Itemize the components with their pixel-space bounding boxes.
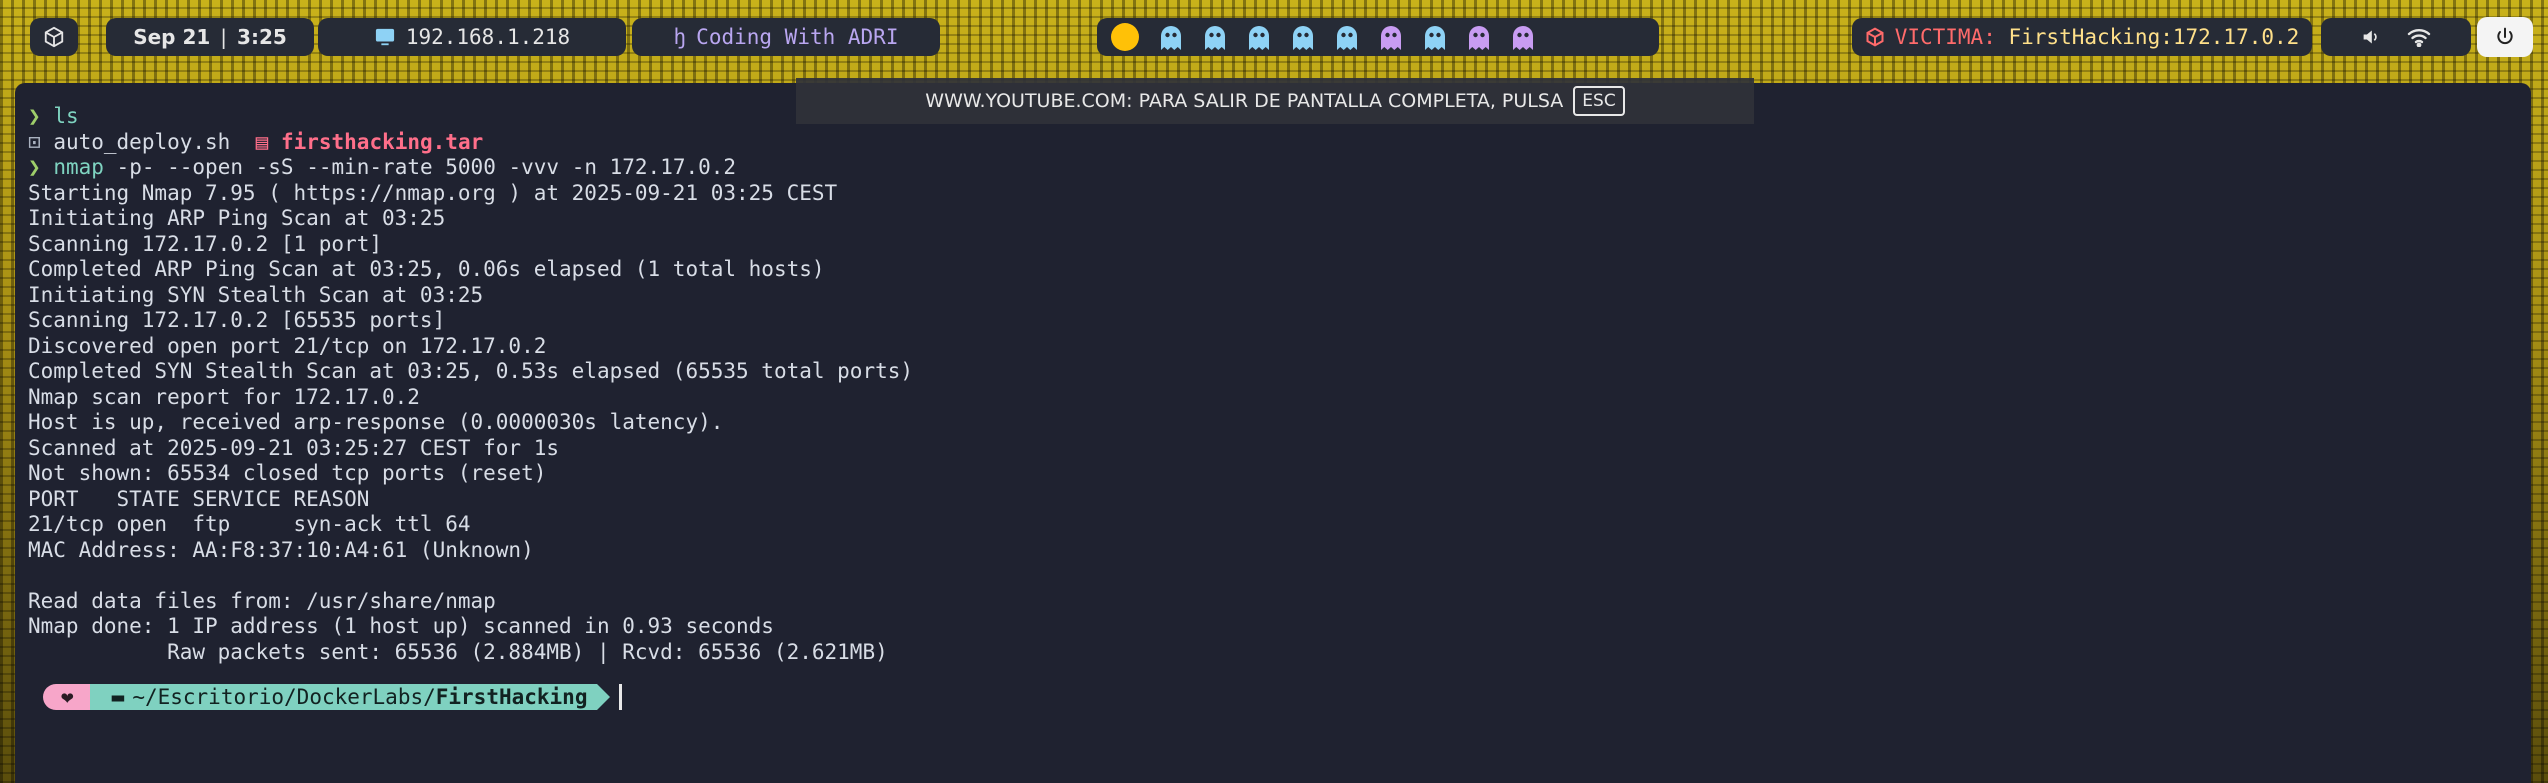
channel-widget[interactable]: ꜧ Coding With ADRI [632, 18, 940, 56]
file-firsthacking-tar: firsthacking.tar [280, 129, 484, 154]
command-nmap-args: -p- --open -sS --min-rate 5000 -vvv -n 1… [116, 155, 737, 179]
ghost-icon[interactable] [1335, 24, 1359, 50]
power-icon [2497, 27, 2513, 44]
prompt-path: ▬ ~/Escritorio/DockerLabs/FirstHacking [89, 684, 611, 710]
heart-icon: ❤ [43, 684, 103, 710]
channel-text: Coding With ADRI [696, 25, 899, 49]
command-ls: ls [53, 104, 79, 128]
shell-prompt: ❤ ▬ ~/Escritorio/DockerLabs/FirstHacking [43, 684, 623, 710]
ghost-icon[interactable] [1379, 24, 1403, 50]
top-bar: Sep 21 | 3:25 192.168.1.218 ꜧ Coding Wit… [0, 0, 2548, 76]
path-dir: FirstHacking [435, 685, 588, 709]
folder-icon: ▬ [111, 685, 125, 709]
ghost-icon[interactable] [1203, 24, 1227, 50]
path-prefix: ~/Escritorio/DockerLabs/ [132, 685, 436, 709]
esc-key[interactable]: ESC [1573, 86, 1625, 116]
nmap-output: Starting Nmap 7.95 ( https://nmap.org ) … [28, 180, 914, 664]
code-icon: ꜧ [673, 25, 687, 49]
ghost-icon[interactable] [1423, 24, 1447, 50]
victim-widget[interactable]: VICTIMA: FirstHacking:172.17.0.2 [1852, 18, 2312, 56]
ghost-icon[interactable] [1511, 24, 1535, 50]
pacman-icon [1111, 23, 1139, 51]
ghost-icon[interactable] [1467, 24, 1491, 50]
power-button[interactable] [2477, 17, 2533, 57]
system-tray [2321, 18, 2471, 56]
ghost-icon[interactable] [1159, 24, 1183, 50]
cube-icon [44, 26, 64, 48]
fullscreen-banner: WWW.YOUTUBE.COM: PARA SALIR DE PANTALLA … [796, 78, 1754, 124]
banner-text: WWW.YOUTUBE.COM: PARA SALIR DE PANTALLA … [925, 90, 1564, 112]
ghost-icon[interactable] [1247, 24, 1271, 50]
monitor-icon [375, 28, 394, 46]
wifi-icon[interactable] [2407, 27, 2431, 47]
command-nmap: nmap [53, 155, 104, 179]
workspace-indicator [1097, 18, 1659, 56]
terminal-output: ❯ ls ⊡ auto_deploy.sh ▤ firsthacking.tar… [28, 104, 913, 665]
volume-icon[interactable] [2361, 28, 2381, 46]
workspace-button[interactable] [30, 18, 78, 56]
target-icon [1866, 27, 1884, 47]
ip-text: 192.168.1.218 [405, 25, 571, 49]
separator: | [220, 25, 228, 49]
ghost-icon[interactable] [1291, 24, 1315, 50]
victim-label: VICTIMA: [1894, 25, 1996, 49]
file-icon: ⊡ [28, 129, 41, 154]
time-text: 3:25 [237, 25, 287, 49]
text-cursor [619, 684, 623, 710]
victim-value: FirstHacking:172.17.0.2 [2008, 25, 2300, 49]
prompt-symbol: ❯ [28, 104, 41, 128]
clock: Sep 21 | 3:25 [106, 18, 314, 56]
archive-icon: ▤ [255, 129, 269, 154]
ip-widget[interactable]: 192.168.1.218 [318, 18, 626, 56]
date-text: Sep 21 [133, 25, 211, 49]
file-auto-deploy: auto_deploy.sh [53, 129, 231, 154]
prompt-symbol: ❯ [28, 155, 41, 179]
